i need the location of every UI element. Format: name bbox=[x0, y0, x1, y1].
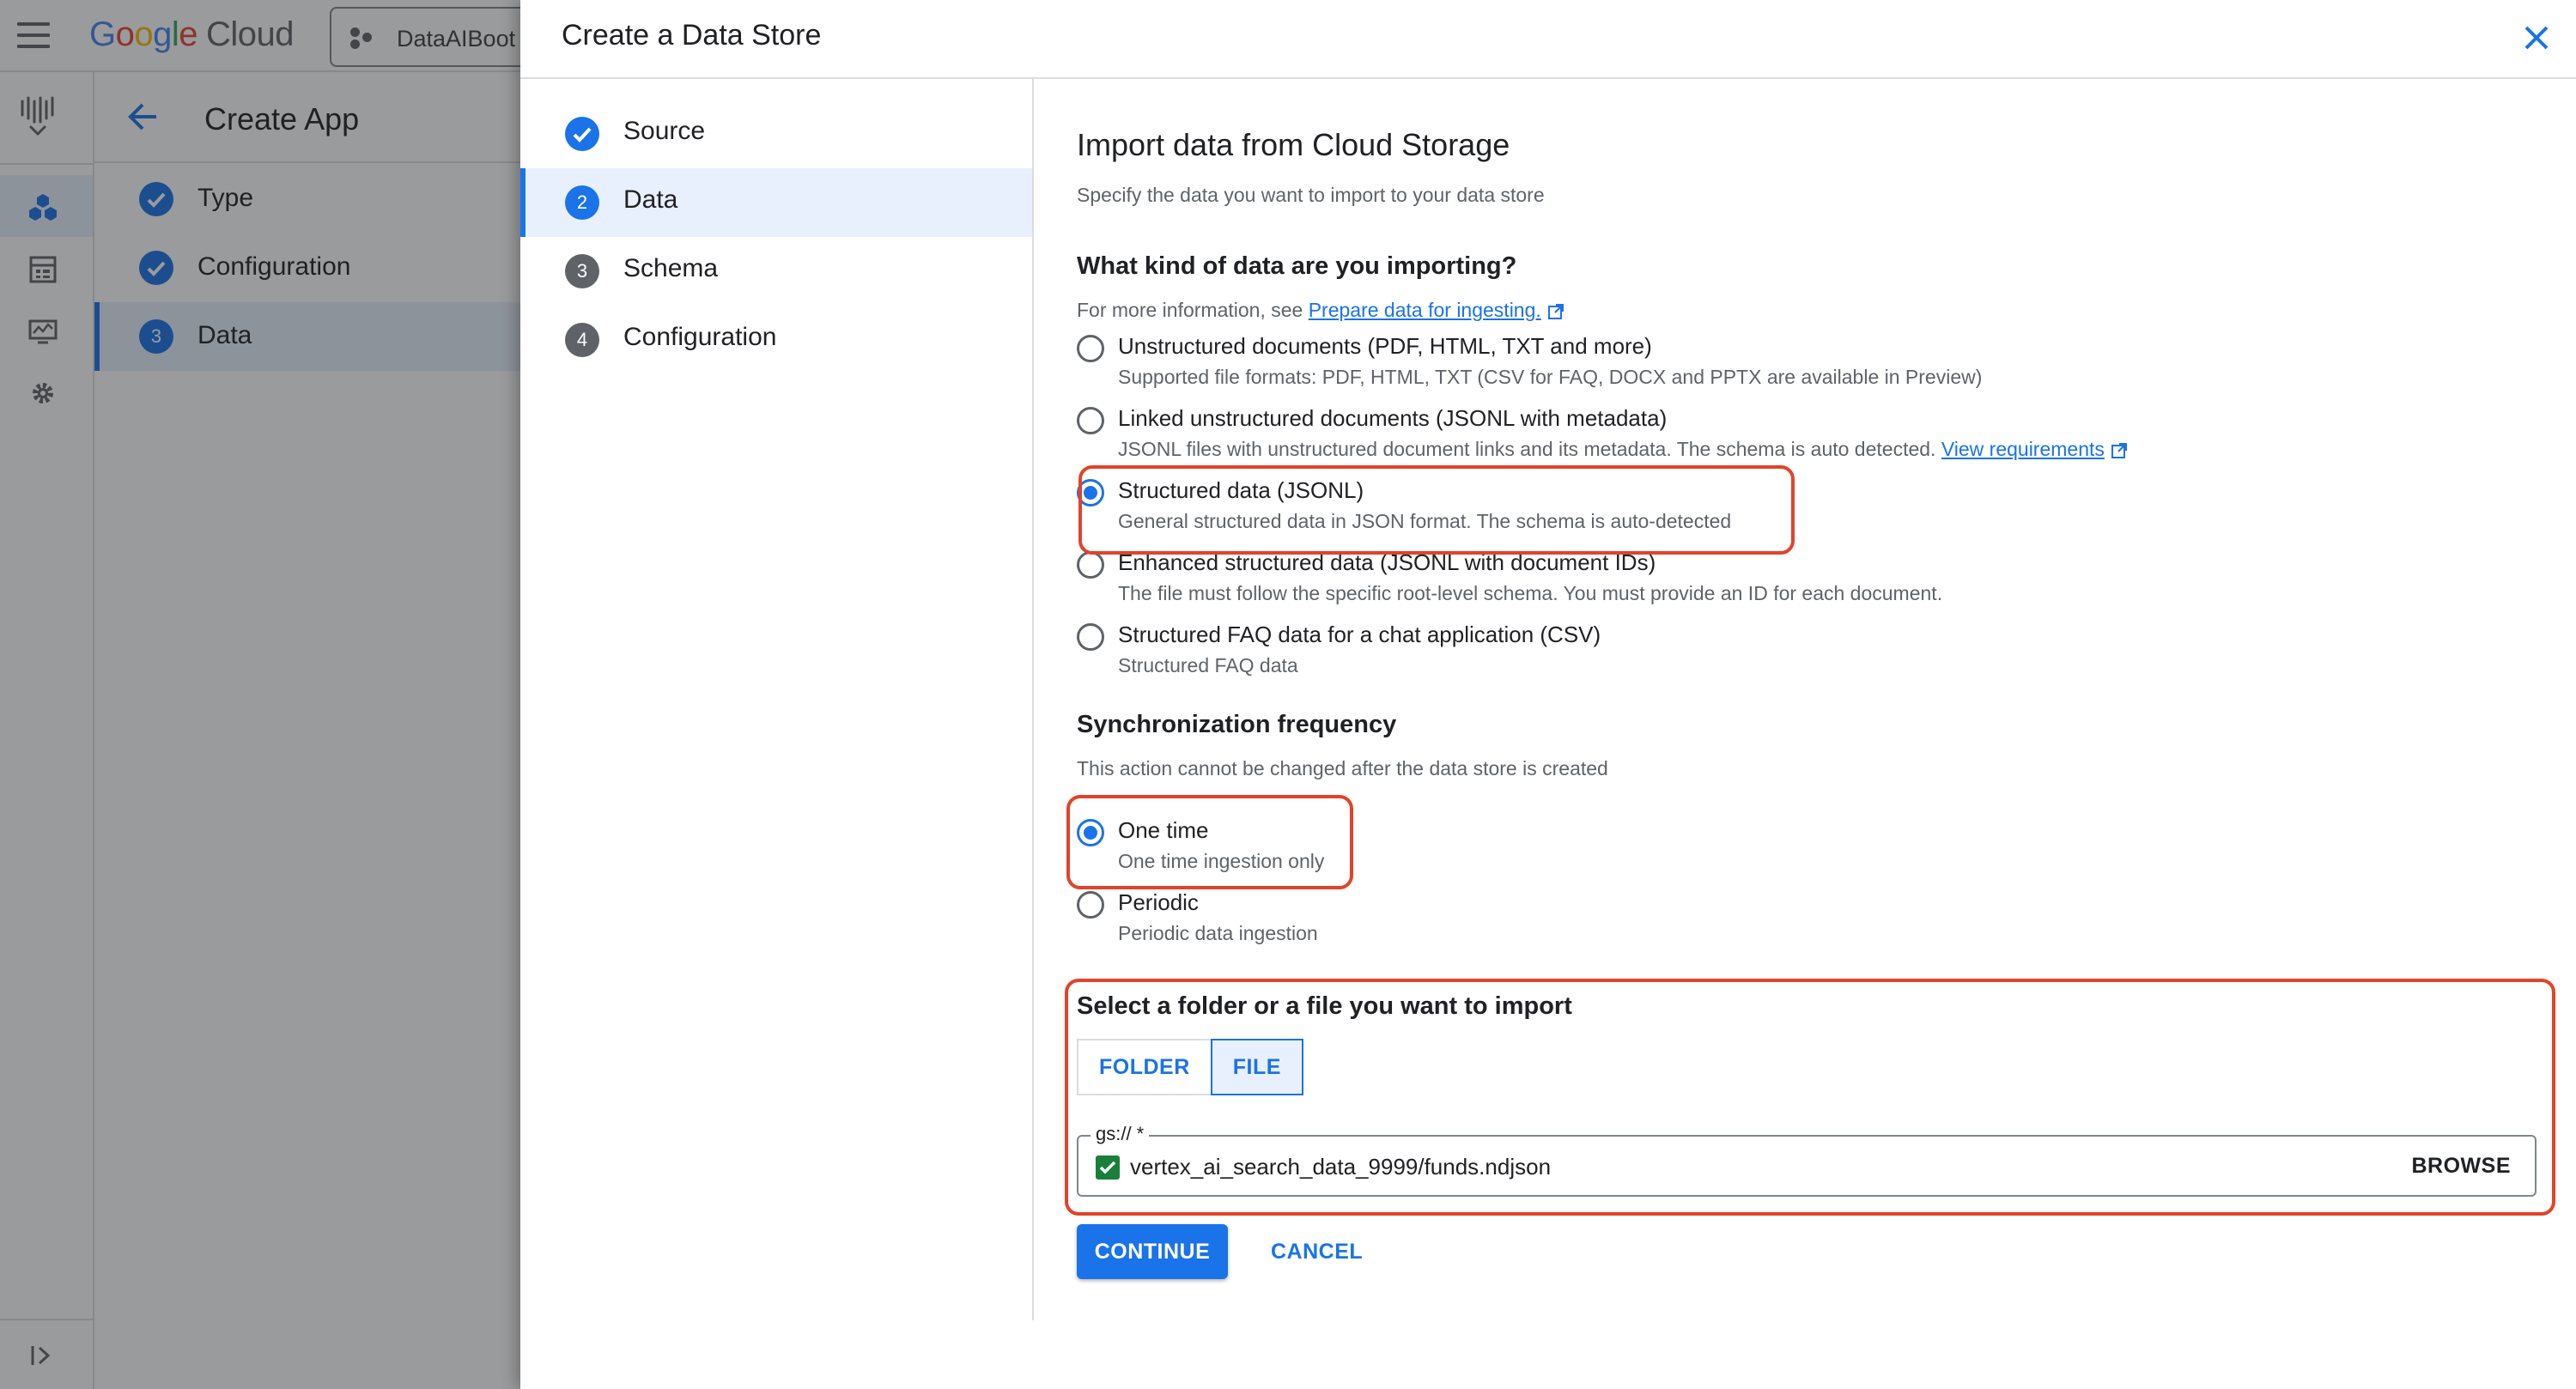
gcs-path-field[interactable]: gs:// * vertex_ai_search_data_9999/funds… bbox=[1077, 1123, 2537, 1197]
data-kind-option[interactable]: Unstructured documents (PDF, HTML, TXT a… bbox=[1077, 333, 2537, 402]
step-schema[interactable]: 3 Schema bbox=[520, 237, 1032, 306]
step-number: 4 bbox=[565, 323, 599, 357]
folder-file-toggle: FOLDER FILE bbox=[1077, 1039, 1303, 1095]
panel-title: Create a Data Store bbox=[562, 19, 822, 52]
sync-option-selected[interactable]: One time One time ingestion only bbox=[1077, 817, 2537, 886]
external-link-icon bbox=[1547, 303, 1564, 319]
step-number: 2 bbox=[565, 185, 599, 220]
step-source[interactable]: Source bbox=[520, 100, 1032, 168]
data-kind-option[interactable]: Enhanced structured data (JSONL with doc… bbox=[1077, 549, 2537, 618]
close-icon[interactable] bbox=[2518, 19, 2555, 57]
data-store-stepper: Source 2 Data 3 Schema 4 Configuration bbox=[520, 79, 1034, 1320]
step-configuration[interactable]: 4 Configuration bbox=[520, 306, 1032, 374]
radio-button[interactable] bbox=[1077, 335, 1104, 362]
data-kind-option[interactable]: Linked unstructured documents (JSONL wit… bbox=[1077, 405, 2537, 474]
sync-heading: Synchronization frequency bbox=[1077, 711, 1397, 738]
radio-button-checked[interactable] bbox=[1077, 819, 1104, 846]
radio-button[interactable] bbox=[1077, 407, 1104, 434]
browse-button[interactable]: BROWSE bbox=[2412, 1154, 2512, 1179]
panel-header: Create a Data Store bbox=[520, 0, 2576, 79]
form-subheading: Specify the data you want to import to y… bbox=[1077, 184, 1545, 206]
radio-button[interactable] bbox=[1077, 891, 1104, 919]
check-icon bbox=[1096, 1155, 1120, 1180]
data-kind-option-selected[interactable]: Structured data (JSONL) General structur… bbox=[1077, 477, 2537, 546]
select-heading: Select a folder or a file you want to im… bbox=[1077, 992, 1572, 1020]
radio-button[interactable] bbox=[1077, 623, 1104, 651]
radio-button-checked[interactable] bbox=[1077, 479, 1104, 506]
external-link-icon bbox=[2111, 442, 2127, 458]
step-data[interactable]: 2 Data bbox=[520, 168, 1032, 237]
cancel-button[interactable]: CANCEL bbox=[1271, 1224, 1363, 1279]
step-number: 3 bbox=[565, 254, 599, 288]
more-info-text: For more information, see Prepare data f… bbox=[1077, 299, 1565, 322]
form-heading: Import data from Cloud Storage bbox=[1077, 127, 1510, 162]
gcs-path-value[interactable]: vertex_ai_search_data_9999/funds.ndjson bbox=[1130, 1154, 1551, 1180]
create-data-store-panel: Create a Data Store Source 2 Data 3 Sche… bbox=[520, 0, 2576, 1389]
continue-button[interactable]: CONTINUE bbox=[1077, 1224, 1228, 1279]
data-kind-heading: What kind of data are you importing? bbox=[1077, 252, 1517, 280]
check-icon bbox=[565, 117, 599, 151]
folder-button[interactable]: FOLDER bbox=[1077, 1039, 1212, 1095]
sync-option[interactable]: Periodic Periodic data ingestion bbox=[1077, 889, 2537, 958]
data-kind-option[interactable]: Structured FAQ data for a chat applicati… bbox=[1077, 622, 2537, 690]
view-requirements-link[interactable]: View requirements bbox=[1941, 438, 2105, 460]
radio-button[interactable] bbox=[1077, 551, 1104, 579]
sync-note: This action cannot be changed after the … bbox=[1077, 757, 1608, 779]
prepare-data-link[interactable]: Prepare data for ingesting. bbox=[1309, 299, 1541, 321]
gcs-path-label: gs:// * bbox=[1091, 1123, 1150, 1145]
file-button[interactable]: FILE bbox=[1210, 1039, 1303, 1095]
